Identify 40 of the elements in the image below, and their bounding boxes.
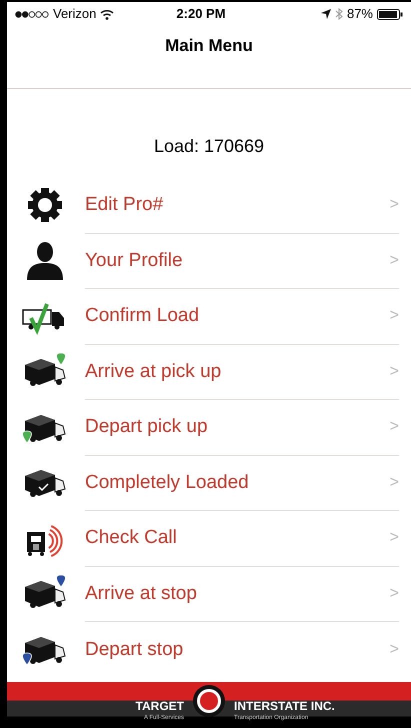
chevron: > bbox=[390, 640, 399, 660]
menu-label: Your Profile bbox=[85, 248, 184, 272]
target-logo-icon bbox=[192, 684, 226, 718]
menu-item[interactable]: Your Profile > bbox=[7, 234, 411, 289]
menu-item[interactable]: Arrive at stop > bbox=[7, 566, 411, 622]
chevron: > bbox=[390, 306, 399, 326]
chevron: > bbox=[390, 362, 399, 382]
wifi-icon bbox=[100, 8, 114, 20]
logo-text: TARGET bbox=[134, 698, 184, 714]
logo-text: INTERSTATE INC. bbox=[234, 698, 336, 714]
carrier-name: Verizon bbox=[53, 5, 96, 24]
nav-title: Main Menu bbox=[165, 35, 253, 58]
menu-label: Arrive at stop bbox=[85, 582, 198, 606]
menu-item[interactable]: Depart pick up > bbox=[7, 400, 411, 456]
menu-item[interactable]: Arrive at pick up > bbox=[7, 344, 411, 400]
menu-item[interactable]: Edit Pro# > bbox=[7, 178, 411, 234]
menu-item[interactable]: Check Call > bbox=[7, 511, 411, 566]
menu-item[interactable]: Confirm Load > bbox=[7, 289, 411, 344]
location-arrow-icon bbox=[320, 9, 331, 19]
bluetooth-icon bbox=[334, 8, 343, 20]
status-time: 2:20 PM bbox=[175, 5, 227, 24]
menu-label: Check Call bbox=[85, 526, 178, 550]
menu-item[interactable]: Depart stop > bbox=[7, 622, 411, 678]
battery-percent: 87% bbox=[346, 5, 373, 24]
chevron: > bbox=[390, 250, 399, 271]
menu-label: Arrive at pick up bbox=[85, 360, 222, 384]
signal-icon bbox=[15, 10, 49, 18]
menu-label: Confirm Load bbox=[85, 304, 200, 328]
chevron: > bbox=[390, 472, 399, 493]
menu-label: Depart pick up bbox=[85, 415, 209, 439]
chevron: > bbox=[390, 528, 399, 548]
chevron: > bbox=[390, 584, 399, 604]
menu-item[interactable]: Completely Loaded > bbox=[7, 456, 411, 511]
menu-label: Edit Pro# bbox=[85, 193, 164, 217]
chevron: > bbox=[390, 417, 399, 438]
battery-icon bbox=[377, 8, 403, 20]
menu-label: Depart stop bbox=[85, 638, 184, 662]
chevron: > bbox=[390, 195, 399, 216]
load-number: Load: 170669 bbox=[154, 135, 264, 158]
menu-label: Completely Loaded bbox=[85, 470, 250, 494]
